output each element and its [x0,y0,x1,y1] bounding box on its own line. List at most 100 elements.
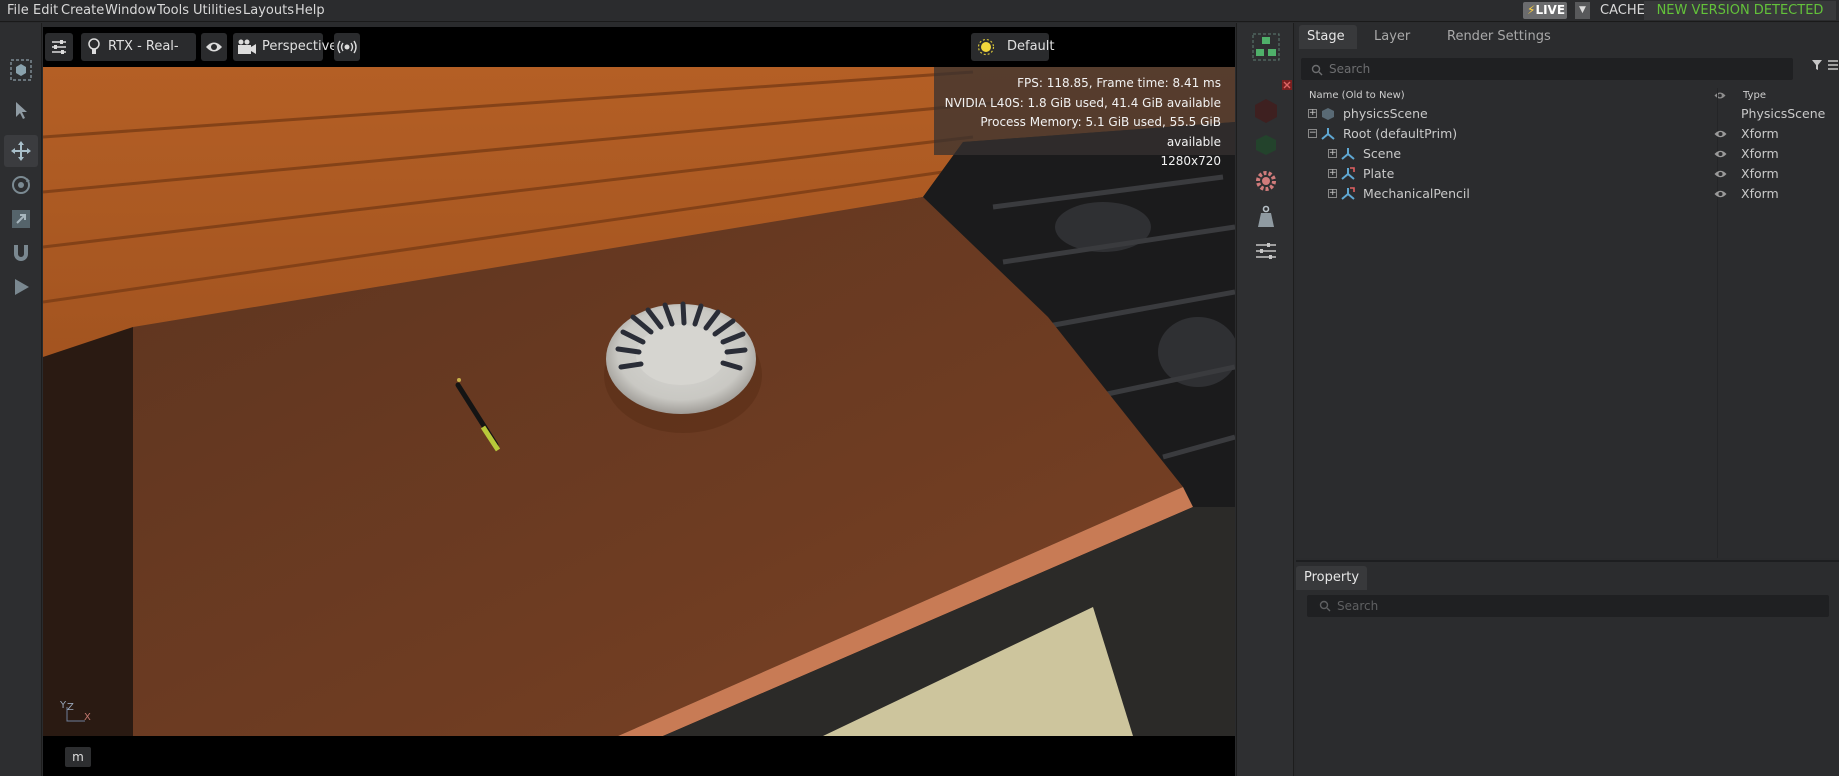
lighting-label: Default [1007,39,1055,54]
resolution-readout: 1280x720 [1160,154,1221,168]
tab-layer[interactable]: Layer [1366,25,1418,49]
axis-z-label: Z [67,702,74,713]
broadcast-icon [337,40,357,54]
lightbulb-icon [88,38,100,54]
menu-edit[interactable]: Edit [33,3,58,18]
menu-help[interactable]: Help [295,3,325,18]
visibility-eye-icon[interactable] [1714,149,1727,159]
prim-type: Xform [1741,146,1779,161]
cache-label: CACHE: [1600,3,1650,18]
visibility-eye-icon[interactable] [1714,169,1727,179]
xform-icon [1341,148,1355,160]
prim-name: Scene [1363,146,1402,161]
options-menu-icon[interactable] [1827,59,1839,71]
material-hex-icon[interactable] [1252,97,1280,125]
close-icon[interactable] [1282,80,1292,90]
prim-type: Xform [1741,186,1779,201]
tree-row-mechanicalpencil[interactable]: + MechanicalPencil Xform [1296,184,1839,204]
camera-icon [238,39,256,54]
move-icon[interactable] [9,139,33,163]
live-label: LIVE [1535,3,1566,17]
snap-magnet-icon[interactable] [9,241,33,265]
tree-row-plate[interactable]: + Plate Xform [1296,164,1839,184]
unit-button[interactable]: m [65,747,91,767]
chevron-down-icon: ▼ [1579,5,1586,15]
live-dropdown-button[interactable]: ▼ [1575,2,1590,19]
search-icon [1311,64,1323,76]
stage-tabs: Stage Layer Render Settings [1296,25,1839,49]
stage-tree-header: Name (Old to New) Type [1296,88,1839,104]
viewport[interactable]: RTX - Real-Time Perspective Default [43,27,1235,776]
axis-x-label: X [84,712,91,723]
side-toolbar [1236,23,1294,776]
tree-row-root[interactable]: − Root (defaultPrim) Xform [1296,124,1839,144]
prim-type: Xform [1741,126,1779,141]
physics-hex-icon[interactable] [1252,131,1280,159]
xform-icon [1321,128,1335,140]
select-mode-icon[interactable] [9,58,33,82]
sun-icon [977,38,995,56]
menu-create[interactable]: Create [61,3,104,18]
menu-window[interactable]: Window [105,3,156,18]
stage-search-input[interactable]: Search [1301,58,1793,80]
select-arrow-icon[interactable] [9,98,33,122]
settings-sliders-icon [52,40,66,54]
collapse-icon[interactable]: − [1308,129,1317,138]
scale-icon[interactable] [9,207,33,231]
weight-icon[interactable] [1252,203,1280,231]
tab-stage[interactable]: Stage [1299,25,1357,49]
visibility-button[interactable] [201,33,227,61]
eye-icon [206,42,222,52]
property-panel: Property Search [1296,560,1839,776]
search-icon [1319,600,1331,612]
camera-button[interactable]: Perspective [233,33,337,61]
tab-render-settings[interactable]: Render Settings [1439,25,1559,49]
menu-file[interactable]: File [7,3,29,18]
menu-utilities[interactable]: Utilities [193,3,242,18]
version-status-badge[interactable]: NEW VERSION DETECTED [1644,1,1836,20]
prim-name: MechanicalPencil [1363,186,1470,201]
menu-layouts[interactable]: Layouts [243,3,294,18]
prim-type: PhysicsScene [1741,106,1826,121]
tree-row-physicsscene[interactable]: + physicsScene PhysicsScene [1296,104,1839,124]
xform-ref-icon [1341,187,1355,200]
rotate-icon[interactable] [9,173,33,197]
xform-ref-icon [1341,167,1355,180]
name-column-header[interactable]: Name (Old to New) [1309,90,1405,101]
tuning-sliders-icon[interactable] [1252,237,1280,265]
expand-icon[interactable]: + [1328,149,1337,158]
property-search-input[interactable]: Search [1307,595,1829,617]
expand-icon[interactable]: + [1328,169,1337,178]
broadcast-button[interactable] [334,33,360,61]
visibility-eye-icon[interactable] [1714,189,1727,199]
prim-name: physicsScene [1343,106,1428,121]
tab-property[interactable]: Property [1296,566,1368,590]
left-toolbar [0,23,42,776]
viewport-toolbar: RTX - Real-Time Perspective Default [43,27,1235,82]
prim-type: Xform [1741,166,1779,181]
stage-nodes-icon[interactable] [1252,33,1280,61]
axis-y-label: Y [60,700,67,711]
expand-icon[interactable]: + [1308,109,1317,118]
type-column-header[interactable]: Type [1743,90,1766,101]
expand-icon[interactable]: + [1328,189,1337,198]
gpu-readout: NVIDIA L40S: 1.8 GiB used, 41.4 GiB avai… [944,95,1221,110]
lighting-button[interactable]: Default [971,33,1055,61]
viewport-settings-button[interactable] [45,33,73,61]
fps-readout: FPS: 118.85, Frame time: 8.41 ms [1017,76,1221,90]
viewport-footer: m [43,736,1235,776]
camera-label: Perspective [262,39,338,54]
render-mode-button[interactable]: RTX - Real-Time [81,33,196,82]
physics-scene-icon [1322,108,1334,120]
play-icon[interactable] [9,275,33,299]
prim-name: Plate [1363,166,1395,181]
menu-tools[interactable]: Tools [157,3,189,18]
prim-name: Root (defaultPrim) [1343,126,1458,141]
filter-icon[interactable] [1811,59,1823,71]
gear-icon[interactable] [1252,167,1280,195]
stage-panel: Stage Layer Render Settings Search Name … [1296,23,1839,558]
live-button[interactable]: ⚡LIVE [1523,2,1567,19]
tree-row-scene[interactable]: + Scene Xform [1296,144,1839,164]
visibility-eye-icon[interactable] [1714,129,1727,139]
visibility-column-eye-icon [1714,92,1726,99]
